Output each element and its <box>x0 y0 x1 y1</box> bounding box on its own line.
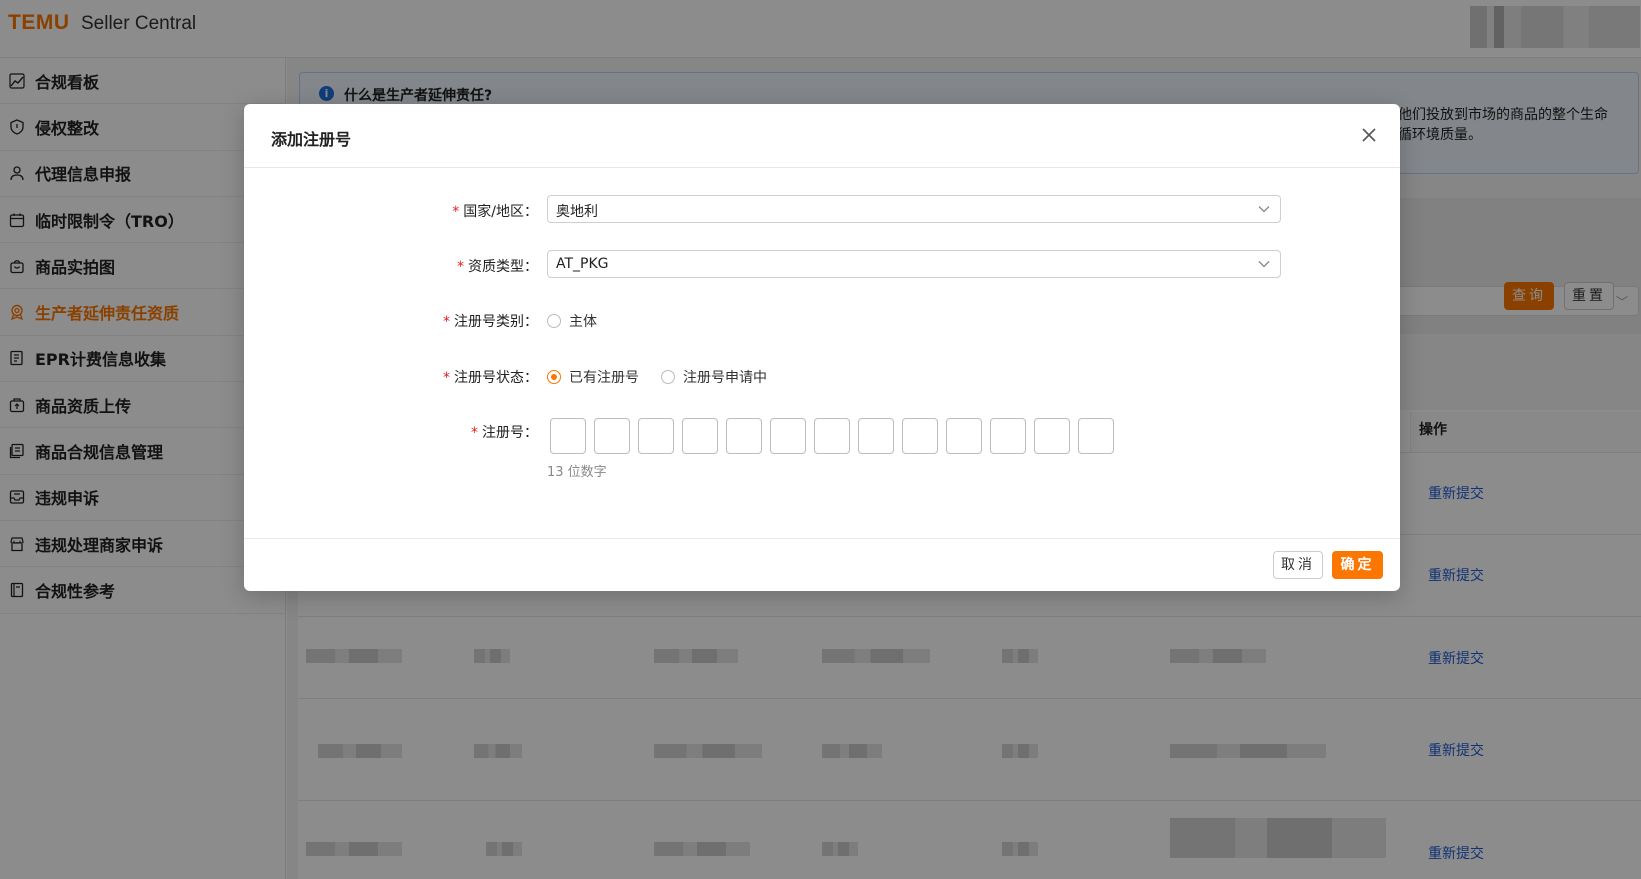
modal-title: 添加注册号 <box>271 130 352 149</box>
radio-button[interactable] <box>661 370 675 384</box>
add-registration-modal: 添加注册号 * 国家/地区： 奥地利 * 资质类型： AT_PKG * 注册号类别： … <box>244 104 1400 591</box>
country-label: * 国家/地区： <box>452 204 538 220</box>
reg-number-digit-input[interactable] <box>550 418 586 454</box>
chevron-down-icon <box>1258 206 1270 213</box>
reg-number-digit-input[interactable] <box>990 418 1026 454</box>
reg-category-label: * 注册号类别： <box>443 314 538 330</box>
type-value: AT_PKG <box>556 256 609 272</box>
reg-number-label: * 注册号： <box>471 425 538 441</box>
type-label: * 资质类型： <box>457 259 538 275</box>
reg-number-hint: 13 位数字 <box>547 465 607 480</box>
reg-number-digit-input[interactable] <box>1034 418 1070 454</box>
reg-status-label: * 注册号状态： <box>443 370 538 386</box>
reg-number-digit-input[interactable] <box>858 418 894 454</box>
radio-option-applying[interactable]: 注册号申请中 <box>661 367 767 387</box>
reg-number-digit-input[interactable] <box>902 418 938 454</box>
reg-number-digit-input[interactable] <box>638 418 674 454</box>
close-icon[interactable] <box>1360 126 1378 144</box>
radio-option-main[interactable]: 主体 <box>547 311 597 331</box>
reg-category-radio-group: 主体 <box>547 311 619 331</box>
type-select[interactable]: AT_PKG <box>547 250 1281 278</box>
confirm-button[interactable]: 确定 <box>1332 551 1383 579</box>
cancel-button[interactable]: 取消 <box>1273 551 1323 579</box>
reg-number-digit-input[interactable] <box>946 418 982 454</box>
reg-number-digit-input[interactable] <box>682 418 718 454</box>
radio-button-checked[interactable] <box>547 370 561 384</box>
radio-option-has-registration[interactable]: 已有注册号 <box>547 367 639 387</box>
reg-number-digit-input[interactable] <box>1078 418 1114 454</box>
reg-status-radio-group: 已有注册号 注册号申请中 <box>547 367 789 387</box>
radio-button[interactable] <box>547 314 561 328</box>
reg-number-digit-input[interactable] <box>814 418 850 454</box>
chevron-down-icon <box>1258 261 1270 268</box>
country-select[interactable]: 奥地利 <box>547 195 1281 223</box>
reg-number-digit-input[interactable] <box>594 418 630 454</box>
reg-number-digit-inputs <box>550 418 1114 454</box>
reg-number-digit-input[interactable] <box>726 418 762 454</box>
country-value: 奥地利 <box>556 204 598 220</box>
reg-number-digit-input[interactable] <box>770 418 806 454</box>
modal-header: 添加注册号 <box>244 104 1400 168</box>
modal-footer: 取消 确定 <box>244 538 1400 591</box>
